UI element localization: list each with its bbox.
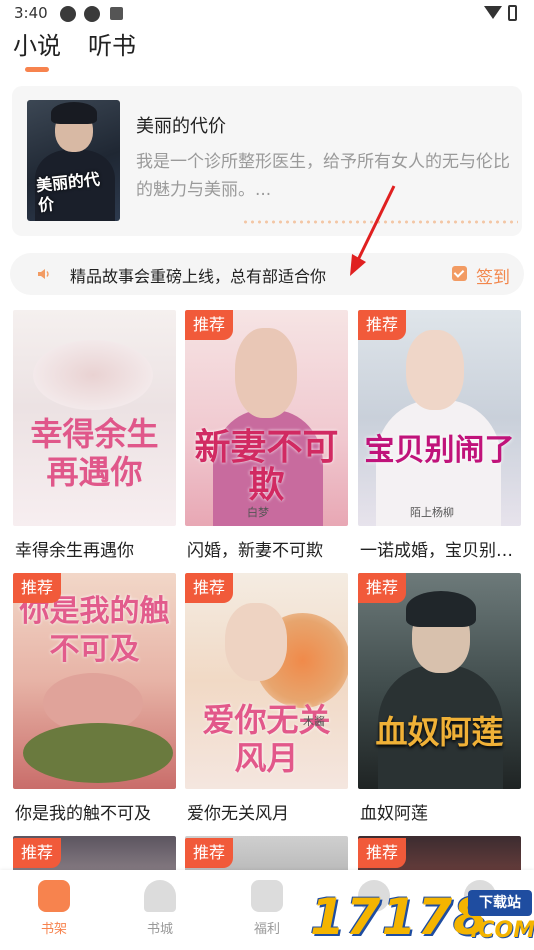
book-card[interactable]: 宝贝别闹了 陌上杨柳 推荐 一诺成婚，宝贝别闹了 (358, 310, 523, 561)
notification-icon (110, 7, 123, 20)
featured-book-card[interactable]: 美丽的代价 美丽的代价 我是一个诊所整形医生，给予所有女人的无与伦比的魅力与美丽… (12, 86, 522, 236)
cover-figure (225, 603, 287, 681)
cover-figure (23, 723, 173, 783)
recommend-badge: 推荐 (358, 310, 407, 340)
top-tabs: 小说 听书 (0, 26, 534, 76)
book-cover: 宝贝别闹了 陌上杨柳 推荐 (358, 310, 521, 526)
nav-bookstore[interactable]: 书城 (120, 880, 200, 937)
cover-figure (33, 340, 153, 410)
status-bar: 3:40 (0, 0, 534, 28)
cover-author: 白梦 (247, 506, 269, 519)
recommend-badge: 推荐 (185, 310, 234, 340)
bookshelf-icon (38, 880, 70, 912)
cover-author: 木酱 (303, 715, 325, 728)
notice-text: 精品故事会重磅上线，总有部适合你 (70, 267, 327, 286)
book-title: 一诺成婚，宝贝别闹了 (360, 541, 523, 561)
featured-book-description: 我是一个诊所整形医生，给予所有女人的无与伦比的魅力与美丽。... (136, 152, 510, 200)
featured-cover-title: 美丽的代价 (35, 169, 101, 215)
book-cover: 你是我的触不可及 推荐 (13, 573, 176, 789)
cover-title-text: 幸得余生再遇你 (30, 415, 159, 491)
bookstore-icon (144, 880, 176, 912)
cover-figure (406, 330, 464, 410)
status-time: 3:40 (14, 4, 48, 22)
book-title: 爱你无关风月 (187, 804, 289, 824)
cover-figure (235, 328, 297, 418)
watermark-number: 17178 (310, 888, 489, 946)
cover-author: 陌上杨柳 (410, 506, 454, 519)
battery-icon (508, 5, 517, 21)
watermark-domain: .COM (470, 918, 534, 943)
recommend-badge: 推荐 (358, 838, 407, 868)
book-cover: 幸得余生再遇你 (13, 310, 176, 526)
book-cover: 爱你无关风月 木酱 推荐 (185, 573, 348, 789)
book-cover: 血奴阿莲 推荐 (358, 573, 521, 789)
recommend-badge: 推荐 (185, 573, 234, 603)
book-title: 闪婚，新妻不可欺 (187, 541, 323, 561)
featured-book-title: 美丽的代价 (136, 116, 226, 137)
wifi-icon (484, 6, 502, 19)
recommend-badge: 推荐 (13, 838, 62, 868)
book-title: 血奴阿莲 (360, 804, 428, 824)
book-cover: 新妻不可欺 白梦 推荐 (185, 310, 348, 526)
notice-bar[interactable]: 精品故事会重磅上线，总有部适合你 签到 (10, 253, 524, 295)
book-title: 幸得余生再遇你 (15, 541, 134, 561)
notification-icon (60, 6, 76, 22)
app-root: 3:40 小说 听书 美丽的代价 美丽的代价 我是一个诊所整形医生，给予所有女人… (0, 0, 534, 950)
watermark-tag: 下载站 (468, 890, 532, 916)
recommend-badge: 推荐 (13, 573, 62, 603)
cover-figure (51, 102, 97, 124)
recommend-badge: 推荐 (358, 573, 407, 603)
book-title: 你是我的触不可及 (15, 804, 151, 824)
nav-label: 福利 (253, 922, 280, 937)
cover-title-text: 血奴阿莲 (375, 713, 504, 751)
tab-audiobook[interactable]: 听书 (88, 26, 136, 61)
signin-label: 签到 (476, 268, 510, 288)
book-card[interactable]: 你是我的触不可及 推荐 你是我的触不可及 (13, 573, 176, 824)
book-card[interactable]: 爱你无关风月 木酱 推荐 爱你无关风月 (185, 573, 348, 824)
recommend-badge: 推荐 (185, 838, 234, 868)
nav-label: 书城 (146, 922, 173, 937)
tab-indicator (25, 67, 49, 72)
gift-icon (251, 880, 283, 912)
notification-icon (84, 6, 100, 22)
tab-novel[interactable]: 小说 (13, 26, 61, 61)
checkin-icon (452, 266, 467, 281)
nav-label: 书架 (40, 922, 67, 937)
watermark-logo: 17178 下载站 .COM (310, 884, 534, 948)
nav-bookshelf[interactable]: 书架 (14, 880, 94, 937)
nav-welfare[interactable]: 福利 (227, 880, 307, 937)
book-card[interactable]: 新妻不可欺 白梦 推荐 闪婚，新妻不可欺 (185, 310, 348, 561)
cover-title-text: 宝贝别闹了 (364, 433, 515, 468)
cover-title-text: 你是我的触不可及 (19, 594, 170, 667)
book-card[interactable]: 血奴阿莲 推荐 血奴阿莲 (358, 573, 521, 824)
book-card[interactable]: 幸得余生再遇你 幸得余生再遇你 (13, 310, 176, 561)
annotation-arrow-icon (350, 185, 396, 276)
cover-title-text: 新妻不可欺 (194, 426, 339, 506)
featured-book-cover: 美丽的代价 (27, 100, 120, 221)
speaker-icon (38, 269, 49, 279)
cover-figure (406, 591, 476, 627)
